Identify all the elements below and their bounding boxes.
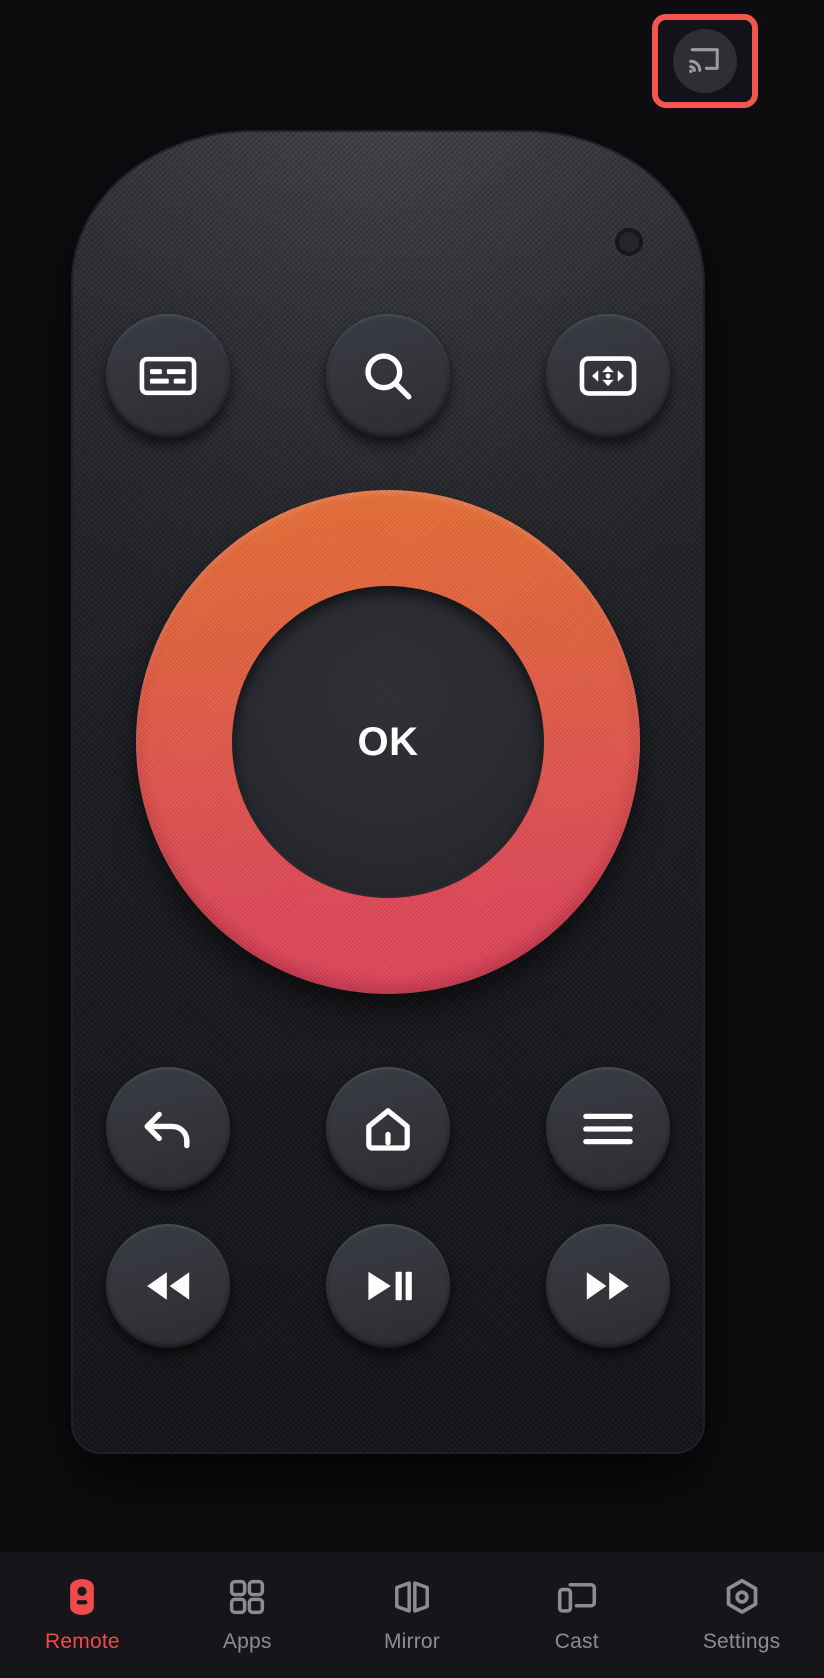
remote-media-button-row: [73, 1224, 703, 1348]
nav-tab-apps[interactable]: Apps: [165, 1552, 330, 1678]
play-pause-button[interactable]: [326, 1224, 450, 1348]
dpad-ring[interactable]: OK: [136, 490, 640, 994]
apps-grid-icon: [228, 1576, 266, 1618]
nav-tab-mirror-label: Mirror: [383, 1630, 440, 1653]
mirror-icon: [391, 1576, 433, 1618]
menu-icon: [581, 1110, 635, 1148]
top-bar: [0, 0, 824, 124]
home-icon: [362, 1104, 414, 1154]
nav-tab-settings-label: Settings: [702, 1630, 781, 1653]
cast-button-background: [673, 29, 737, 93]
keyboard-icon: [139, 353, 197, 399]
dpad-mode-icon: [579, 354, 637, 398]
play-pause-icon: [362, 1266, 414, 1306]
topbar-cast-button[interactable]: [667, 29, 743, 93]
ok-button-label: OK: [357, 719, 419, 764]
nav-tab-remote[interactable]: Remote: [0, 1552, 165, 1678]
back-button[interactable]: [106, 1067, 230, 1191]
fast-forward-icon: [580, 1266, 636, 1306]
remote-control-icon: [67, 1576, 97, 1618]
search-button[interactable]: [326, 314, 450, 438]
home-button[interactable]: [326, 1067, 450, 1191]
settings-hexagon-icon: [722, 1576, 762, 1618]
nav-tab-mirror[interactable]: Mirror: [330, 1552, 495, 1678]
remote-top-button-row: [73, 314, 703, 438]
nav-tab-settings[interactable]: Settings: [659, 1552, 824, 1678]
rewind-icon: [140, 1266, 196, 1306]
remote-nav-button-row: [73, 1067, 703, 1191]
dpad-mode-button[interactable]: [546, 314, 670, 438]
ok-button[interactable]: OK: [232, 586, 544, 898]
back-arrow-icon: [140, 1104, 196, 1154]
remote-control-panel: OK: [73, 132, 703, 1452]
rewind-button[interactable]: [106, 1224, 230, 1348]
ir-indicator-icon: [615, 228, 643, 256]
menu-button[interactable]: [546, 1067, 670, 1191]
search-icon: [361, 349, 415, 403]
cast-icon: [686, 43, 724, 80]
bottom-navigation-bar: Remote Apps Mirror Cast Settings: [0, 1552, 824, 1678]
nav-tab-cast-label: Cast: [554, 1630, 599, 1653]
remote-app-screen: OK Remote Apps Mirror Cast Settings: [0, 0, 824, 1678]
nav-tab-remote-label: Remote: [45, 1630, 120, 1653]
nav-tab-apps-label: Apps: [222, 1630, 272, 1653]
cast-device-icon: [556, 1576, 598, 1618]
nav-tab-cast[interactable]: Cast: [494, 1552, 659, 1678]
keyboard-button[interactable]: [106, 314, 230, 438]
fast-forward-button[interactable]: [546, 1224, 670, 1348]
